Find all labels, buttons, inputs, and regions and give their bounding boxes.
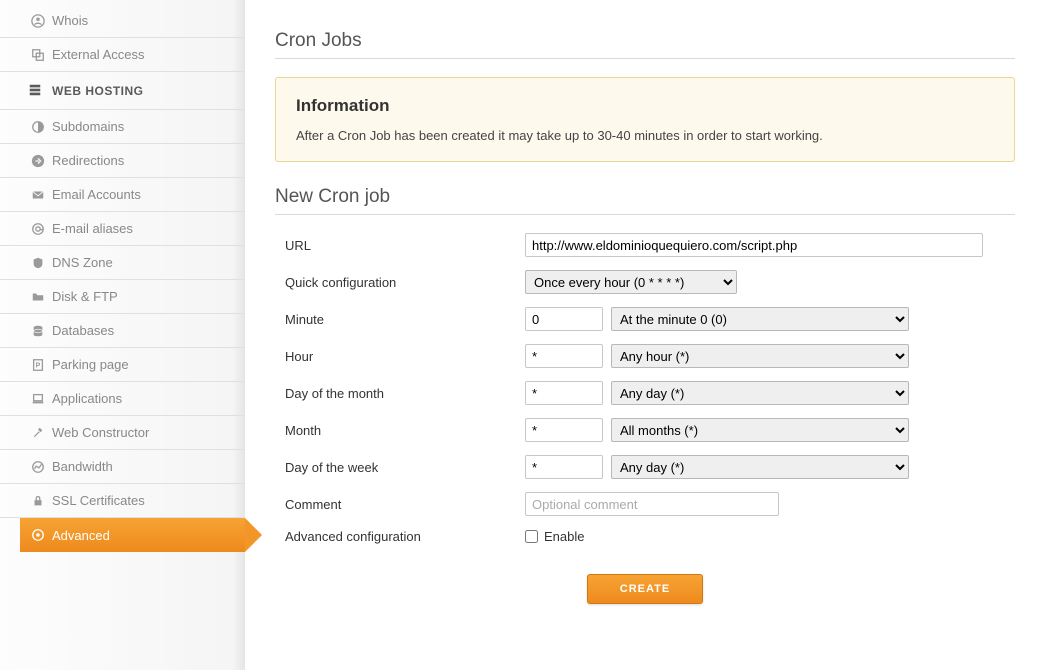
sidebar-item-parking-page[interactable]: P Parking page xyxy=(0,348,245,382)
sidebar-item-label: DNS Zone xyxy=(52,255,113,270)
sidebar-item-label: SSL Certificates xyxy=(52,493,145,508)
sidebar-item-label: Advanced xyxy=(52,528,110,543)
shield-icon xyxy=(30,255,45,270)
minute-input[interactable] xyxy=(525,307,603,331)
arrow-circle-icon xyxy=(30,153,45,168)
sidebar-item-redirections[interactable]: Redirections xyxy=(0,144,245,178)
month-label: Month xyxy=(275,423,525,438)
sidebar-item-dns-zone[interactable]: DNS Zone xyxy=(0,246,245,280)
day-of-week-select[interactable]: Any day (*) xyxy=(611,455,909,479)
section-title-cron-jobs: Cron Jobs xyxy=(275,30,1015,59)
quick-config-select[interactable]: Once every hour (0 * * * *) xyxy=(525,270,737,294)
info-text: After a Cron Job has been created it may… xyxy=(296,128,994,143)
sidebar-item-external-access[interactable]: External Access xyxy=(0,38,245,72)
stack-icon xyxy=(28,83,43,98)
minute-label: Minute xyxy=(275,312,525,327)
sidebar-item-label: Subdomains xyxy=(52,119,124,134)
at-icon xyxy=(30,221,45,236)
quick-config-label: Quick configuration xyxy=(275,275,525,290)
advanced-config-label: Advanced configuration xyxy=(275,529,525,544)
sidebar-item-ssl-certificates[interactable]: SSL Certificates xyxy=(0,484,245,518)
month-input[interactable] xyxy=(525,418,603,442)
sidebar-item-subdomains[interactable]: Subdomains xyxy=(0,110,245,144)
lock-icon xyxy=(30,493,45,508)
laptop-icon xyxy=(30,391,45,406)
sidebar-item-label: Disk & FTP xyxy=(52,289,118,304)
section-title-new-cron-job: New Cron job xyxy=(275,186,1015,215)
hour-input[interactable] xyxy=(525,344,603,368)
sidebar-item-label: Whois xyxy=(52,13,88,28)
sidebar-item-label: Bandwidth xyxy=(52,459,113,474)
comment-input[interactable] xyxy=(525,492,779,516)
mail-icon xyxy=(30,187,45,202)
info-heading: Information xyxy=(296,96,994,116)
sidebar-item-email-aliases[interactable]: E-mail aliases xyxy=(0,212,245,246)
create-button[interactable]: CREATE xyxy=(587,574,703,604)
svg-text:P: P xyxy=(35,362,40,369)
sidebar-item-label: Web Constructor xyxy=(52,425,149,440)
sidebar-item-whois[interactable]: Whois xyxy=(0,4,245,38)
page-icon: P xyxy=(30,357,45,372)
comment-label: Comment xyxy=(275,497,525,512)
sidebar-item-label: Email Accounts xyxy=(52,187,141,202)
sidebar-item-email-accounts[interactable]: Email Accounts xyxy=(0,178,245,212)
url-input[interactable] xyxy=(525,233,983,257)
url-label: URL xyxy=(275,238,525,253)
day-of-week-input[interactable] xyxy=(525,455,603,479)
enable-checkbox[interactable] xyxy=(525,530,538,543)
hour-label: Hour xyxy=(275,349,525,364)
chart-icon xyxy=(30,459,45,474)
sidebar-item-label: Redirections xyxy=(52,153,124,168)
folder-icon xyxy=(30,289,45,304)
enable-text: Enable xyxy=(544,529,584,544)
day-of-week-label: Day of the week xyxy=(275,460,525,475)
user-circle-icon xyxy=(30,13,45,28)
sidebar-item-databases[interactable]: Databases xyxy=(0,314,245,348)
sidebar-section-label: WEB HOSTING xyxy=(52,84,144,98)
information-box: Information After a Cron Job has been cr… xyxy=(275,77,1015,162)
sidebar-item-applications[interactable]: Applications xyxy=(0,382,245,416)
enable-checkbox-label[interactable]: Enable xyxy=(525,529,584,544)
sidebar-item-web-constructor[interactable]: Web Constructor xyxy=(0,416,245,450)
hammer-icon xyxy=(30,425,45,440)
sidebar-item-label: Databases xyxy=(52,323,114,338)
sidebar-item-label: Applications xyxy=(52,391,122,406)
half-circle-icon xyxy=(30,119,45,134)
month-select[interactable]: All months (*) xyxy=(611,418,909,442)
day-of-month-input[interactable] xyxy=(525,381,603,405)
external-icon xyxy=(30,47,45,62)
sidebar-section-web-hosting: WEB HOSTING xyxy=(0,72,245,110)
sidebar-item-label: E-mail aliases xyxy=(52,221,133,236)
main-content: Cron Jobs Information After a Cron Job h… xyxy=(245,0,1045,670)
sidebar: Whois External Access WEB HOSTING Subdom… xyxy=(0,0,245,670)
hour-select[interactable]: Any hour (*) xyxy=(611,344,909,368)
sidebar-item-label: Parking page xyxy=(52,357,129,372)
sidebar-item-disk-ftp[interactable]: Disk & FTP xyxy=(0,280,245,314)
day-of-month-label: Day of the month xyxy=(275,386,525,401)
day-of-month-select[interactable]: Any day (*) xyxy=(611,381,909,405)
sidebar-item-advanced[interactable]: Advanced xyxy=(20,518,245,552)
sidebar-item-label: External Access xyxy=(52,47,145,62)
minute-select[interactable]: At the minute 0 (0) xyxy=(611,307,909,331)
gear-circle-icon xyxy=(30,528,45,543)
database-icon xyxy=(30,323,45,338)
sidebar-item-bandwidth[interactable]: Bandwidth xyxy=(0,450,245,484)
